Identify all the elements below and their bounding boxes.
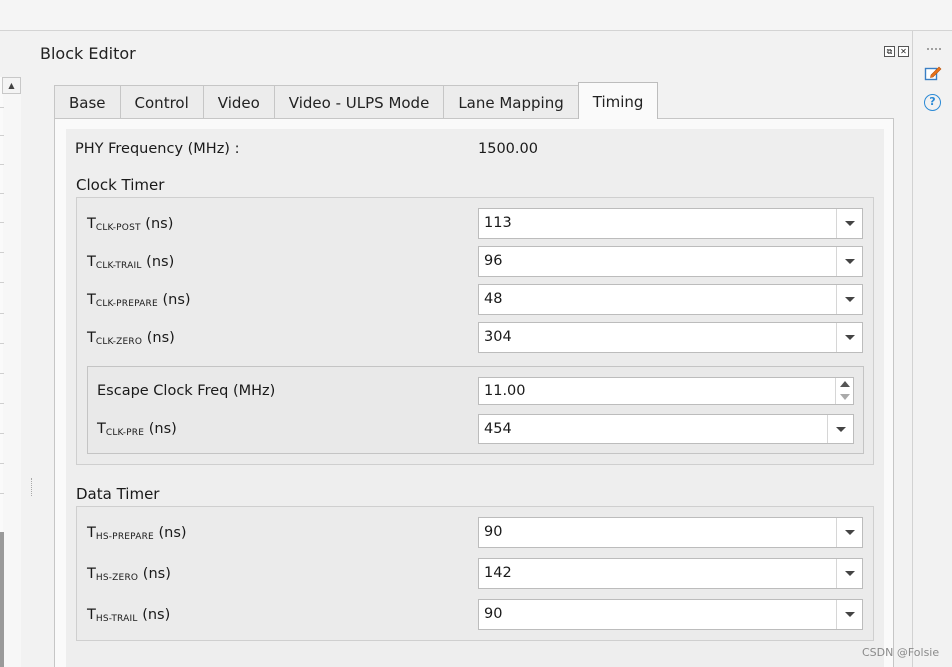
tab-content: PHY Frequency (MHz) : 1500.00 Clock Time… <box>54 118 894 667</box>
chevron-down-icon[interactable] <box>836 559 862 588</box>
spin-up-icon[interactable] <box>840 381 850 387</box>
chevron-down-icon[interactable] <box>836 285 862 314</box>
tclk-post-select[interactable]: 113 <box>478 208 863 239</box>
data-timer-title: Data Timer <box>76 485 160 503</box>
grid-line <box>0 107 4 108</box>
close-button[interactable]: ✕ <box>898 46 909 57</box>
float-button[interactable]: ⧉ <box>884 46 895 57</box>
chevron-down-icon[interactable] <box>836 323 862 352</box>
grid-line <box>0 222 4 223</box>
ths-trail-select[interactable]: 90 <box>478 599 863 630</box>
ths-prepare-value: 90 <box>484 524 503 540</box>
tclk-post-value: 113 <box>484 215 512 231</box>
grid-line <box>0 135 4 136</box>
tab-video[interactable]: Video <box>202 85 275 119</box>
panel-title: Block Editor <box>40 44 136 63</box>
tclk-pre-label: TCLK-PRE (ns) <box>97 421 177 438</box>
clock-timer-title: Clock Timer <box>76 176 165 194</box>
chevron-down-icon[interactable] <box>836 518 862 547</box>
timing-form: PHY Frequency (MHz) : 1500.00 Clock Time… <box>66 129 884 667</box>
tclk-prepare-select[interactable]: 48 <box>478 284 863 315</box>
ths-prepare-label: THS-PREPARE (ns) <box>87 525 187 542</box>
chevron-down-icon[interactable] <box>827 415 853 443</box>
edit-icon[interactable] <box>924 64 942 82</box>
ths-prepare-select[interactable]: 90 <box>478 517 863 548</box>
ths-trail-label: THS-TRAIL (ns) <box>87 607 171 624</box>
escape-clock-group: Escape Clock Freq (MHz) 11.00 TCLK-PRE (… <box>87 366 864 454</box>
chevron-down-icon[interactable] <box>836 600 862 629</box>
help-icon[interactable]: ? <box>924 94 941 111</box>
ths-zero-value: 142 <box>484 565 512 581</box>
tclk-trail-label: TCLK-TRAIL (ns) <box>87 254 175 271</box>
grip-dots <box>927 48 941 50</box>
tclk-prepare-value: 48 <box>484 291 503 307</box>
tclk-pre-select[interactable]: 454 <box>478 414 854 444</box>
ths-trail-value: 90 <box>484 606 503 622</box>
tab-bar: Base Control Video Video - ULPS Mode Lan… <box>54 82 659 119</box>
tab-video-ulps-mode[interactable]: Video - ULPS Mode <box>273 85 445 119</box>
tclk-post-label: TCLK-POST (ns) <box>87 216 174 233</box>
tclk-zero-select[interactable]: 304 <box>478 322 863 353</box>
left-pane-shade <box>0 532 4 667</box>
escape-clock-freq-spinbox[interactable]: 11.00 <box>478 377 854 405</box>
data-timer-group: THS-PREPARE (ns) 90 THS-ZERO (ns) 142 TH… <box>76 506 874 641</box>
grid-line <box>0 463 4 464</box>
tab-timing[interactable]: Timing <box>577 82 659 119</box>
tclk-trail-value: 96 <box>484 253 503 269</box>
grid-line <box>0 193 4 194</box>
watermark: CSDN @Folsie <box>862 646 940 659</box>
chevron-down-icon[interactable] <box>836 247 862 276</box>
ths-zero-select[interactable]: 142 <box>478 558 863 589</box>
left-pane: ▲ <box>0 77 21 667</box>
scrollbar-track[interactable] <box>3 94 21 667</box>
grid-line <box>0 493 4 494</box>
grid-line <box>0 403 4 404</box>
grid-line <box>0 252 4 253</box>
phy-frequency-value: 1500.00 <box>478 141 538 157</box>
splitter-handle[interactable] <box>31 478 34 496</box>
tab-base[interactable]: Base <box>54 85 121 119</box>
grid-line <box>0 373 4 374</box>
grid-line <box>0 313 4 314</box>
tclk-zero-value: 304 <box>484 329 512 345</box>
tclk-trail-select[interactable]: 96 <box>478 246 863 277</box>
spin-buttons[interactable] <box>835 378 853 404</box>
tab-control[interactable]: Control <box>119 85 204 119</box>
ths-zero-label: THS-ZERO (ns) <box>87 566 171 583</box>
escape-clock-freq-label: Escape Clock Freq (MHz) <box>97 383 276 399</box>
grid-line <box>0 433 4 434</box>
tab-lane-mapping[interactable]: Lane Mapping <box>443 85 579 119</box>
top-bar <box>0 0 952 31</box>
clock-timer-group: TCLK-POST (ns) 113 TCLK-TRAIL (ns) 96 TC… <box>76 197 874 465</box>
phy-frequency-label: PHY Frequency (MHz) : <box>75 141 240 157</box>
scroll-up-icon[interactable]: ▲ <box>2 77 21 94</box>
grid-line <box>0 164 4 165</box>
right-toolbar: ? <box>912 31 952 667</box>
chevron-down-icon[interactable] <box>836 209 862 238</box>
grid-line <box>0 343 4 344</box>
escape-clock-freq-value: 11.00 <box>484 383 526 399</box>
tclk-prepare-label: TCLK-PREPARE (ns) <box>87 292 191 309</box>
grid-line <box>0 282 4 283</box>
spin-down-icon[interactable] <box>840 394 850 400</box>
tclk-pre-value: 454 <box>484 421 512 437</box>
tclk-zero-label: TCLK-ZERO (ns) <box>87 330 175 347</box>
